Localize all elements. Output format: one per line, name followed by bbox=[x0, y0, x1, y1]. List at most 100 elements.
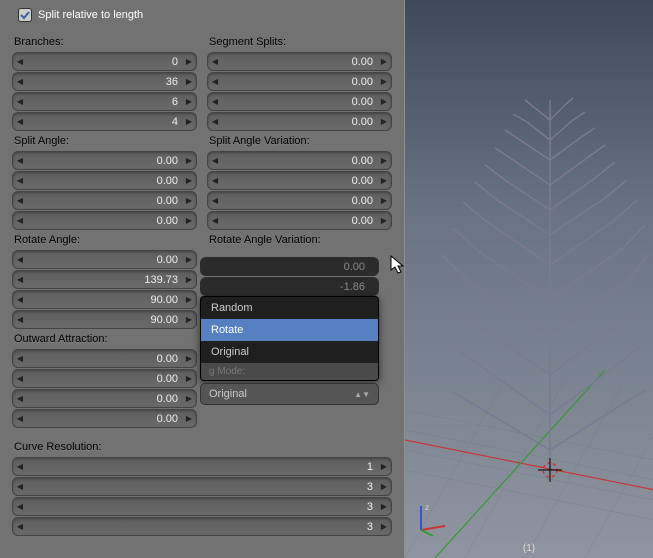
outward-field-3[interactable]: ◀0.00▶ bbox=[12, 409, 197, 428]
curve-res-field-3[interactable]: ◀3▶ bbox=[12, 517, 392, 536]
chevron-left-icon[interactable]: ◀ bbox=[13, 176, 27, 185]
chevron-right-icon[interactable]: ▶ bbox=[182, 394, 196, 403]
dropdown-select[interactable]: Original ▲▼ bbox=[200, 383, 379, 405]
branches-field-3[interactable]: ◀4▶ bbox=[12, 112, 197, 131]
dropdown-option-rotate[interactable]: Rotate bbox=[201, 319, 378, 341]
chevron-right-icon[interactable]: ▶ bbox=[377, 176, 391, 185]
value: 0.00 bbox=[222, 195, 377, 207]
curve-res-field-2[interactable]: ◀3▶ bbox=[12, 497, 392, 516]
chevron-left-icon[interactable]: ◀ bbox=[13, 295, 27, 304]
chevron-right-icon[interactable]: ▶ bbox=[182, 77, 196, 86]
chevron-right-icon[interactable]: ▶ bbox=[182, 295, 196, 304]
dropdown-option-random[interactable]: Random bbox=[201, 297, 378, 319]
split-relative-row: Split relative to length bbox=[12, 4, 392, 32]
chevron-right-icon[interactable]: ▶ bbox=[182, 275, 196, 284]
curve-res-field-0[interactable]: ◀1▶ bbox=[12, 457, 392, 476]
chevron-right-icon[interactable]: ▶ bbox=[377, 462, 391, 471]
chevron-left-icon[interactable]: ◀ bbox=[13, 354, 27, 363]
branches-field-1[interactable]: ◀36▶ bbox=[12, 72, 197, 91]
chevron-left-icon[interactable]: ◀ bbox=[13, 57, 27, 66]
chevron-right-icon[interactable]: ▶ bbox=[182, 216, 196, 225]
chevron-right-icon[interactable]: ▶ bbox=[377, 57, 391, 66]
value: 90.00 bbox=[27, 294, 182, 306]
value: 1 bbox=[27, 461, 377, 473]
chevron-right-icon[interactable]: ▶ bbox=[377, 196, 391, 205]
rotate-angle-field-0[interactable]: ◀0.00▶ bbox=[12, 250, 197, 269]
chevron-left-icon[interactable]: ◀ bbox=[13, 374, 27, 383]
dropdown-option-original[interactable]: Original bbox=[201, 341, 378, 363]
value: 0.00 bbox=[27, 155, 182, 167]
rotate-angle-field-1[interactable]: ◀139.73▶ bbox=[12, 270, 197, 289]
chevron-right-icon[interactable]: ▶ bbox=[182, 354, 196, 363]
value: 0.00 bbox=[222, 175, 377, 187]
chevron-left-icon[interactable]: ◀ bbox=[13, 156, 27, 165]
chevron-right-icon[interactable]: ▶ bbox=[377, 97, 391, 106]
chevron-left-icon[interactable]: ◀ bbox=[13, 394, 27, 403]
outward-field-2[interactable]: ◀0.00▶ bbox=[12, 389, 197, 408]
chevron-left-icon[interactable]: ◀ bbox=[208, 117, 222, 126]
chevron-right-icon[interactable]: ▶ bbox=[377, 522, 391, 531]
split-angle-field-2[interactable]: ◀0.00▶ bbox=[12, 191, 197, 210]
split-angle-var-field-0[interactable]: ◀0.00▶ bbox=[207, 151, 392, 170]
chevron-right-icon[interactable]: ▶ bbox=[182, 196, 196, 205]
chevron-right-icon[interactable]: ▶ bbox=[377, 502, 391, 511]
chevron-right-icon[interactable]: ▶ bbox=[377, 216, 391, 225]
chevron-right-icon[interactable]: ▶ bbox=[182, 156, 196, 165]
chevron-left-icon[interactable]: ◀ bbox=[13, 462, 27, 471]
branches-field-0[interactable]: ◀0▶ bbox=[12, 52, 197, 71]
chevron-right-icon[interactable]: ▶ bbox=[182, 97, 196, 106]
chevron-left-icon[interactable]: ◀ bbox=[13, 482, 27, 491]
chevron-left-icon[interactable]: ◀ bbox=[13, 275, 27, 284]
segment-splits-field-0[interactable]: ◀0.00▶ bbox=[207, 52, 392, 71]
chevron-left-icon[interactable]: ◀ bbox=[208, 216, 222, 225]
axis-gizmo: z bbox=[415, 500, 451, 536]
chevron-right-icon[interactable]: ▶ bbox=[182, 176, 196, 185]
curve-res-field-1[interactable]: ◀3▶ bbox=[12, 477, 392, 496]
outward-field-0[interactable]: ◀0.00▶ bbox=[12, 349, 197, 368]
outward-field-1[interactable]: ◀0.00▶ bbox=[12, 369, 197, 388]
split-angle-field-1[interactable]: ◀0.00▶ bbox=[12, 171, 197, 190]
chevron-left-icon[interactable]: ◀ bbox=[208, 196, 222, 205]
chevron-left-icon[interactable]: ◀ bbox=[208, 77, 222, 86]
chevron-right-icon[interactable]: ▶ bbox=[182, 117, 196, 126]
chevron-right-icon[interactable]: ▶ bbox=[182, 414, 196, 423]
value: 0.00 bbox=[27, 373, 182, 385]
branches-field-2[interactable]: ◀6▶ bbox=[12, 92, 197, 111]
chevron-right-icon[interactable]: ▶ bbox=[377, 156, 391, 165]
chevron-left-icon[interactable]: ◀ bbox=[208, 57, 222, 66]
chevron-right-icon[interactable]: ▶ bbox=[182, 57, 196, 66]
chevron-left-icon[interactable]: ◀ bbox=[13, 117, 27, 126]
rotate-angle-var-dropdown: 0.00 -1.86 Random Rotate Original g Mode… bbox=[200, 257, 379, 405]
chevron-left-icon[interactable]: ◀ bbox=[13, 522, 27, 531]
split-angle-field-0[interactable]: ◀0.00▶ bbox=[12, 151, 197, 170]
rotate-angle-field-3[interactable]: ◀90.00▶ bbox=[12, 310, 197, 329]
split-relative-checkbox[interactable] bbox=[18, 8, 32, 22]
split-angle-var-field-3[interactable]: ◀0.00▶ bbox=[207, 211, 392, 230]
segment-splits-field-2[interactable]: ◀0.00▶ bbox=[207, 92, 392, 111]
chevron-right-icon[interactable]: ▶ bbox=[182, 315, 196, 324]
chevron-left-icon[interactable]: ◀ bbox=[13, 97, 27, 106]
segment-splits-field-3[interactable]: ◀0.00▶ bbox=[207, 112, 392, 131]
chevron-left-icon[interactable]: ◀ bbox=[208, 156, 222, 165]
chevron-left-icon[interactable]: ◀ bbox=[13, 196, 27, 205]
chevron-left-icon[interactable]: ◀ bbox=[208, 97, 222, 106]
chevron-right-icon[interactable]: ▶ bbox=[377, 77, 391, 86]
split-angle-field-3[interactable]: ◀0.00▶ bbox=[12, 211, 197, 230]
split-angle-var-field-1[interactable]: ◀0.00▶ bbox=[207, 171, 392, 190]
3d-viewport[interactable]: z (1) bbox=[405, 0, 653, 558]
split-angle-var-field-2[interactable]: ◀0.00▶ bbox=[207, 191, 392, 210]
segment-splits-field-1[interactable]: ◀0.00▶ bbox=[207, 72, 392, 91]
chevron-left-icon[interactable]: ◀ bbox=[208, 176, 222, 185]
chevron-left-icon[interactable]: ◀ bbox=[13, 77, 27, 86]
chevron-left-icon[interactable]: ◀ bbox=[13, 315, 27, 324]
chevron-left-icon[interactable]: ◀ bbox=[13, 414, 27, 423]
chevron-left-icon[interactable]: ◀ bbox=[13, 255, 27, 264]
chevron-right-icon[interactable]: ▶ bbox=[182, 255, 196, 264]
chevron-right-icon[interactable]: ▶ bbox=[377, 117, 391, 126]
chevron-left-icon[interactable]: ◀ bbox=[13, 502, 27, 511]
chevron-left-icon[interactable]: ◀ bbox=[13, 216, 27, 225]
chevron-right-icon[interactable]: ▶ bbox=[377, 482, 391, 491]
chevron-right-icon[interactable]: ▶ bbox=[182, 374, 196, 383]
outward-attraction-label: Outward Attraction: bbox=[14, 333, 197, 345]
rotate-angle-field-2[interactable]: ◀90.00▶ bbox=[12, 290, 197, 309]
